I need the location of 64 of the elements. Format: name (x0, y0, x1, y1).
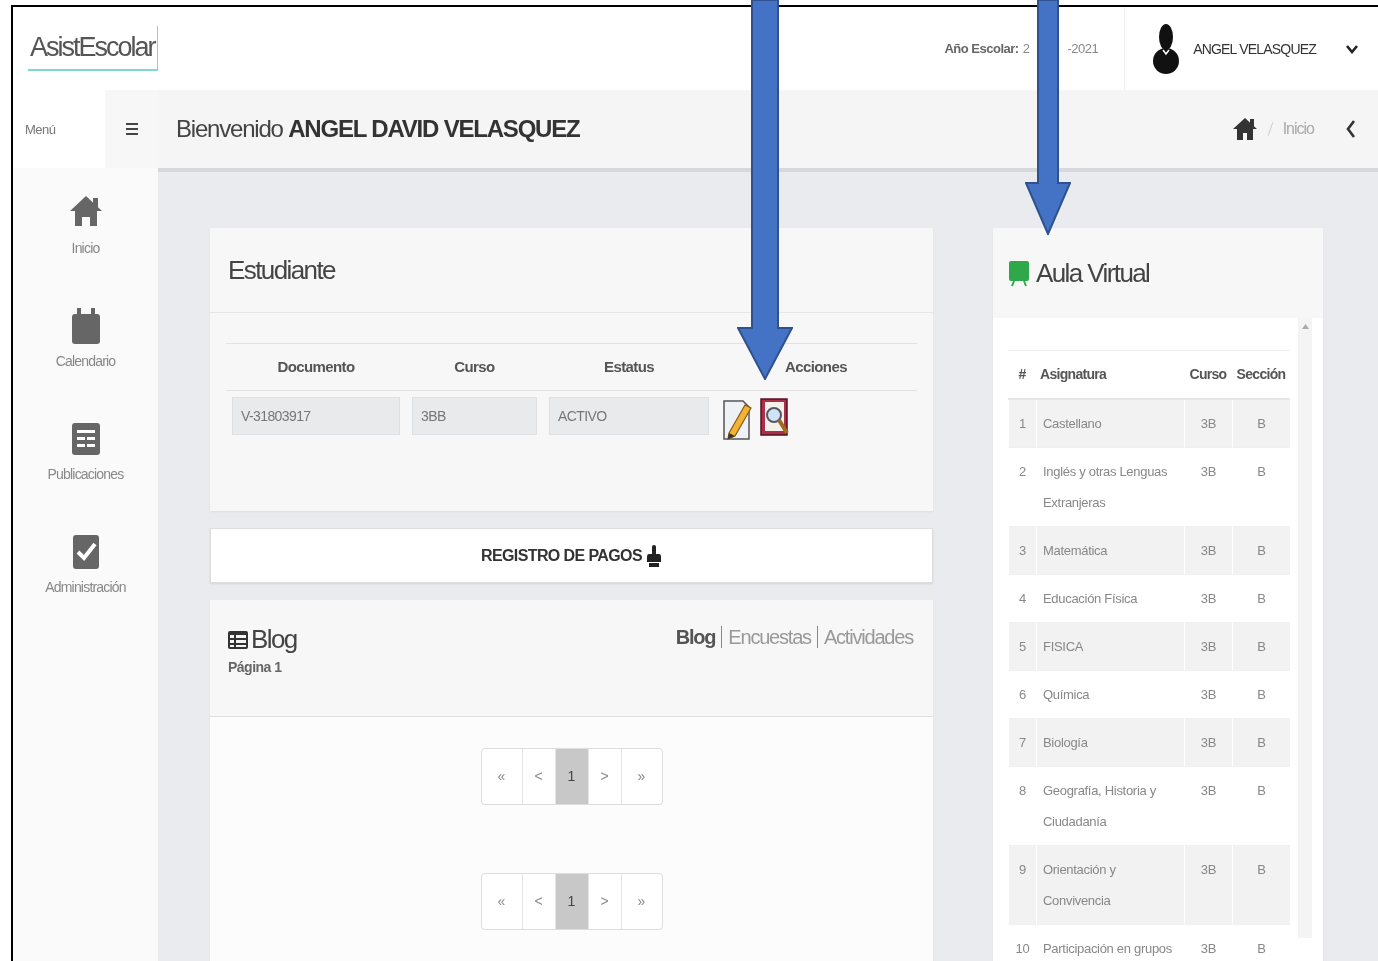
breadcrumb-link[interactable]: Inicio (1282, 120, 1314, 138)
table-cell: 3B (1184, 623, 1232, 671)
card-title: Blog (251, 624, 297, 655)
menu-icon[interactable] (125, 122, 138, 136)
page-link[interactable]: < (521, 874, 555, 929)
logo[interactable]: AsistEscolar (28, 26, 158, 71)
status-field: ACTIVO (549, 397, 709, 435)
column-header: Curso (406, 344, 543, 391)
sidebar-item[interactable]: Inicio (13, 168, 158, 281)
list-icon (228, 630, 248, 649)
school-year-text: 2 (1022, 41, 1030, 56)
card-title: Aula Virtual (1036, 257, 1150, 289)
page-link[interactable]: > (587, 874, 621, 929)
table-cell: 3B (1184, 400, 1232, 448)
table-cell: B (1232, 623, 1290, 671)
user-icon (1151, 22, 1182, 75)
document-field: V-31803917 (232, 397, 400, 435)
page-link[interactable]: 1 (554, 874, 588, 929)
table-cell: 3B (1184, 719, 1232, 767)
table-cell: B (1232, 846, 1290, 925)
page-link[interactable]: > (587, 749, 621, 804)
table-cell: 5 (1008, 623, 1036, 671)
page-link[interactable]: « (481, 874, 522, 929)
scrollbar[interactable] (1298, 318, 1312, 938)
table-cell: Orientación y Convivencia (1036, 846, 1184, 925)
column-header: Estatus (543, 344, 715, 391)
board-icon (1008, 259, 1030, 287)
table-cell: Matemática (1036, 527, 1184, 575)
course-field: 3BB (412, 397, 537, 435)
table-cell: 9 (1008, 846, 1036, 925)
blog-tab[interactable]: Encuestas (721, 626, 817, 648)
card-title: Estudiante (228, 254, 335, 286)
page-link[interactable]: » (620, 874, 662, 929)
chevron-down-icon[interactable] (1346, 43, 1358, 54)
table-cell: 7 (1008, 719, 1036, 767)
table-cell: 3B (1184, 527, 1232, 575)
table-cell: 3B (1184, 846, 1232, 925)
table-cell: B (1232, 719, 1290, 767)
table-cell: B (1232, 400, 1290, 448)
table-cell: 1 (1008, 400, 1036, 448)
table-cell: B (1232, 527, 1290, 575)
chevron-left-icon[interactable] (1346, 120, 1356, 138)
menu-label: Menú (25, 121, 56, 137)
table-cell: Castellano (1036, 400, 1184, 448)
home-icon[interactable] (1231, 117, 1258, 141)
page-link[interactable]: 1 (554, 749, 588, 804)
blog-tab[interactable]: Blog (669, 626, 722, 648)
page-link[interactable]: < (521, 749, 555, 804)
blog-tab[interactable]: Actividades (816, 626, 919, 648)
page-label: Página 1 (228, 659, 283, 675)
table-cell: 3 (1008, 527, 1036, 575)
welcome-text: Bienvenido ANGEL DAVID VELASQUEZ (176, 115, 580, 143)
table-cell: FISICA (1036, 623, 1184, 671)
sidebar-item[interactable]: Administración (13, 507, 158, 620)
table-cell: Biología (1036, 719, 1184, 767)
column-header: Documento (226, 344, 406, 391)
sidebar-item[interactable]: Publicaciones (13, 394, 158, 507)
school-year-text: -2021 (1067, 41, 1099, 56)
page-link[interactable]: « (481, 749, 522, 804)
payments-button[interactable]: REGISTRO DE PAGOS (210, 528, 933, 583)
page-link[interactable]: » (620, 749, 662, 804)
sidebar-item[interactable]: Calendario (13, 281, 158, 394)
user-name[interactable]: ANGEL VELASQUEZ (1193, 40, 1316, 57)
school-year-label: Año Escolar: (944, 41, 1019, 56)
